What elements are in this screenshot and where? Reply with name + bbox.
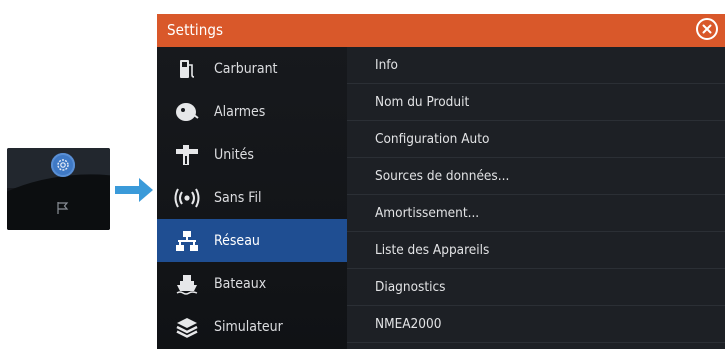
wireless-icon xyxy=(174,185,200,211)
submenu-item-label: Info xyxy=(375,57,398,73)
settings-window: Settings Carburant Alarmes Unités Sans F… xyxy=(157,14,725,349)
units-icon xyxy=(174,142,200,168)
fuel-pump-icon xyxy=(174,56,200,82)
submenu-item-diagnostics[interactable]: Diagnostics xyxy=(347,269,725,306)
submenu-item-configuration-auto[interactable]: Configuration Auto xyxy=(347,121,725,158)
nav-item-label: Carburant xyxy=(214,60,278,77)
close-icon xyxy=(702,24,712,34)
nav-item-carburant[interactable]: Carburant xyxy=(157,47,347,90)
nav-item-label: Bateaux xyxy=(214,275,267,292)
submenu-item-nmea2000[interactable]: NMEA2000 xyxy=(347,306,725,343)
nav-item-label: Sans Fil xyxy=(214,189,262,206)
submenu-item-nom-du-produit[interactable]: Nom du Produit xyxy=(347,84,725,121)
nav-item-label: Simulateur xyxy=(214,318,283,335)
submenu-item-label: Configuration Auto xyxy=(375,131,490,147)
nav-item-unites[interactable]: Unités xyxy=(157,133,347,176)
window-title: Settings xyxy=(167,21,224,39)
nav-item-simulateur[interactable]: Simulateur xyxy=(157,305,347,348)
flag-icon xyxy=(56,200,70,219)
nav-item-label: Alarmes xyxy=(214,103,266,120)
nav-item-bateaux[interactable]: Bateaux xyxy=(157,262,347,305)
submenu-item-label: NMEA2000 xyxy=(375,316,442,332)
submenu-item-liste-des-appareils[interactable]: Liste des Appareils xyxy=(347,232,725,269)
arrow-right-icon xyxy=(115,176,155,208)
submenu-item-sources-de-donnees[interactable]: Sources de données... xyxy=(347,158,725,195)
nav-item-label: Réseau xyxy=(214,232,260,249)
submenu-item-label: Liste des Appareils xyxy=(375,242,490,258)
layers-icon xyxy=(174,314,200,340)
submenu-item-label: Nom du Produit xyxy=(375,94,470,110)
submenu-item-amortissement[interactable]: Amortissement... xyxy=(347,195,725,232)
submenu-item-info[interactable]: Info xyxy=(347,47,725,84)
submenu-item-label: Amortissement... xyxy=(375,205,480,221)
vessel-icon xyxy=(174,271,200,297)
gear-icon[interactable] xyxy=(51,153,75,177)
submenu-item-label: Sources de données... xyxy=(375,168,510,184)
nav-item-label: Unités xyxy=(214,146,254,163)
network-submenu: Info Nom du Produit Configuration Auto S… xyxy=(347,47,725,349)
home-screen-thumbnail xyxy=(7,148,110,230)
network-icon xyxy=(174,228,200,254)
nav-item-sans-fil[interactable]: Sans Fil xyxy=(157,176,347,219)
title-bar: Settings xyxy=(157,14,725,47)
nav-item-alarmes[interactable]: Alarmes xyxy=(157,90,347,133)
nav-item-reseau[interactable]: Réseau xyxy=(157,219,357,262)
alarm-bell-icon xyxy=(174,99,200,125)
submenu-item-label: Diagnostics xyxy=(375,279,446,295)
close-button[interactable] xyxy=(696,18,718,40)
settings-category-list: Carburant Alarmes Unités Sans Fil Réseau… xyxy=(157,47,357,349)
